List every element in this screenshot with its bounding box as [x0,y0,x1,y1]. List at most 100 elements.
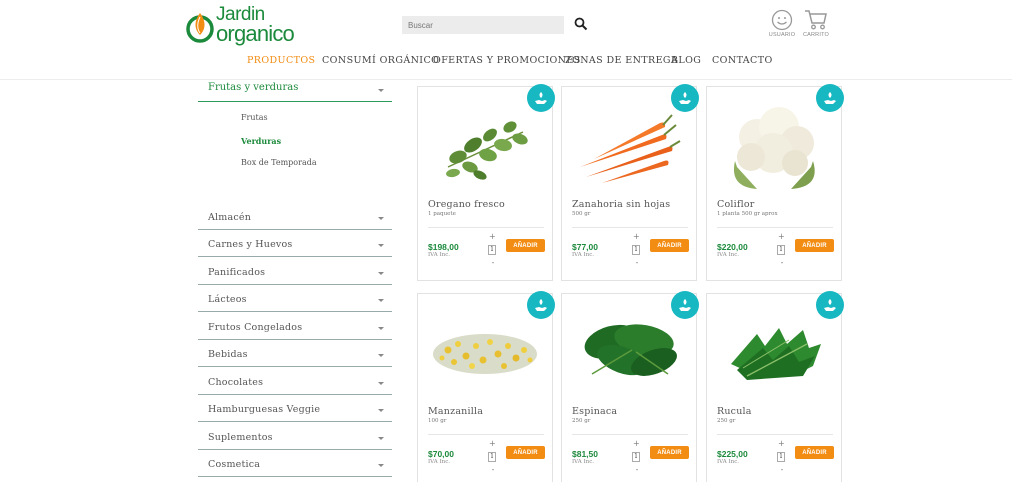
product-price: $70,00 [428,449,454,459]
category-label: Frutos Congelados [208,322,303,333]
cauliflower-image [733,107,815,189]
user-face-icon [771,9,793,31]
chevron-down-icon [378,217,384,220]
chevron-down-icon [378,437,384,440]
product-name[interactable]: Oregano fresco [428,199,505,210]
product-name[interactable]: Zanahoria sin hojas [572,199,670,210]
product-quantity: 1 planta 500 gr aprox [717,211,778,217]
quantity-decrease[interactable]: - [634,465,640,474]
quantity-stepper[interactable]: 1 [632,452,640,462]
nav-contacto[interactable]: CONTACTO [712,55,773,66]
site-header: Jardin organico USUARIO CARRITO PRODUCTO… [0,0,1012,80]
subcategory-verduras[interactable]: Verduras [241,136,281,146]
product-quantity: 1 paquete [428,211,456,217]
chevron-down-icon [378,464,384,467]
category-label: Almacén [208,212,252,223]
card-divider [572,227,688,228]
chevron-down-icon [378,354,384,357]
quantity-increase[interactable]: + [778,439,785,448]
user-label: USUARIO [768,32,796,38]
cart-label: CARRITO [802,32,830,38]
add-to-cart-button[interactable]: AÑADIR [506,239,545,252]
nav-zonas-entrega[interactable]: ZONAS DE ENTREGA [565,55,678,66]
category-bebidas[interactable]: Bebidas [198,340,392,367]
search-input[interactable] [402,16,564,34]
product-card: Zanahoria sin hojas 500 gr $77,00 IVA In… [561,84,699,281]
chevron-down-icon [378,382,384,385]
quantity-decrease[interactable]: - [490,465,496,474]
quantity-stepper[interactable]: 1 [777,452,785,462]
product-quantity: 250 gr [717,418,736,424]
category-label: Carnes y Huevos [208,239,293,250]
category-carnes-huevos[interactable]: Carnes y Huevos [198,230,392,257]
category-label: Chocolates [208,377,264,388]
tax-note: IVA Inc. [572,459,595,465]
quantity-decrease[interactable]: - [779,465,785,474]
category-chocolates[interactable]: Chocolates [198,368,392,395]
quantity-stepper[interactable]: 1 [488,245,496,255]
nav-blog[interactable]: BLOG [671,55,701,66]
quantity-stepper[interactable]: 1 [777,245,785,255]
add-to-cart-button[interactable]: AÑADIR [506,446,545,459]
category-frutas-verduras[interactable]: Frutas y verduras [198,80,392,102]
quantity-decrease[interactable]: - [634,258,640,267]
product-quantity: 250 gr [572,418,591,424]
category-label: Bebidas [208,349,248,360]
cart-button[interactable]: CARRITO [800,9,832,41]
subcategory-frutas[interactable]: Frutas [241,113,268,122]
category-cosmetica[interactable]: Cosmetica [198,450,392,477]
nav-consumi-organico[interactable]: CONSUMÍ ORGÁNICO [322,55,439,66]
quantity-increase[interactable]: + [633,439,640,448]
tax-note: IVA Inc. [572,252,595,258]
product-price: $225,00 [717,449,748,459]
chevron-down-icon [378,89,384,92]
quantity-increase[interactable]: + [778,232,785,241]
search-icon[interactable] [574,17,588,31]
card-divider [717,434,833,435]
category-panificados[interactable]: Panificados [198,258,392,285]
nav-ofertas[interactable]: OFERTAS Y PROMOCIONES [433,55,581,66]
add-to-cart-button[interactable]: AÑADIR [795,446,834,459]
quantity-stepper[interactable]: 1 [488,452,496,462]
chevron-down-icon [378,244,384,247]
user-account-button[interactable]: USUARIO [766,9,798,41]
logo-leaf-icon [186,13,214,43]
site-logo[interactable]: Jardin organico [186,5,296,46]
category-almacen[interactable]: Almacén [198,203,392,230]
card-divider [717,227,833,228]
tax-note: IVA Inc. [428,459,451,465]
quantity-stepper[interactable]: 1 [632,245,640,255]
category-label: Cosmetica [208,459,261,470]
quantity-increase[interactable]: + [633,232,640,241]
nav-productos[interactable]: PRODUCTOS [247,55,315,66]
product-card: Oregano fresco 1 paquete $198,00 IVA Inc… [417,84,555,281]
product-price: $220,00 [717,242,748,252]
tax-note: IVA Inc. [717,252,740,258]
product-name[interactable]: Coliflor [717,199,754,210]
product-name[interactable]: Manzanilla [428,406,483,417]
product-price: $77,00 [572,242,598,252]
category-suplementos[interactable]: Suplementos [198,423,392,450]
product-quantity: 100 gr [428,418,447,424]
category-label: Hamburguesas Veggie [208,404,321,415]
category-label: Panificados [208,267,266,278]
tax-note: IVA Inc. [428,252,451,258]
category-lacteos[interactable]: Lácteos [198,285,392,312]
category-hamburguesas-veggie[interactable]: Hamburguesas Veggie [198,395,392,422]
category-frutos-congelados[interactable]: Frutos Congelados [198,313,392,340]
logo-text-line2: organico [216,21,295,46]
quantity-increase[interactable]: + [489,232,496,241]
add-to-cart-button[interactable]: AÑADIR [650,239,689,252]
quantity-increase[interactable]: + [489,439,496,448]
carrots-image [580,114,681,183]
chevron-down-icon [378,409,384,412]
add-to-cart-button[interactable]: AÑADIR [650,446,689,459]
product-name[interactable]: Rucula [717,406,752,417]
subcategory-box-temporada[interactable]: Box de Temporada [241,158,317,167]
oregano-image [446,121,528,180]
add-to-cart-button[interactable]: AÑADIR [795,239,834,252]
tax-note: IVA Inc. [717,459,740,465]
quantity-decrease[interactable]: - [779,258,785,267]
quantity-decrease[interactable]: - [490,258,496,267]
product-name[interactable]: Espinaca [572,406,617,417]
